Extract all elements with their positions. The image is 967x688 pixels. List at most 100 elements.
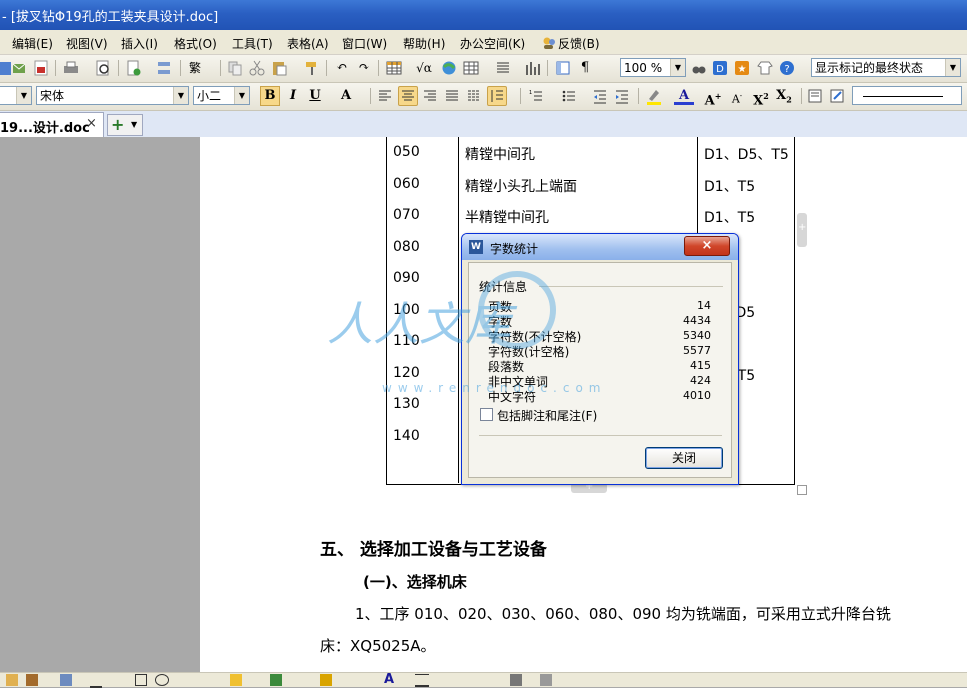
- menu-view[interactable]: 视图(V): [66, 35, 108, 52]
- paragraph-marks-icon[interactable]: ¶: [575, 59, 595, 77]
- table-cell-process: 精镗中间孔: [465, 147, 535, 163]
- subsection-heading: (一)、选择机床: [363, 573, 467, 591]
- oval-icon[interactable]: [155, 674, 169, 686]
- font-size-select[interactable]: 小二 ▼: [193, 86, 250, 105]
- undo-icon[interactable]: ↶: [332, 59, 352, 77]
- close-button[interactable]: 关闭: [645, 447, 723, 469]
- include-footnotes-checkbox[interactable]: [480, 408, 493, 421]
- menu-tools[interactable]: 工具(T): [232, 35, 273, 52]
- font-color-icon[interactable]: A: [384, 672, 394, 687]
- help-icon[interactable]: ?: [778, 59, 796, 77]
- separator: [638, 88, 639, 104]
- line-style-select[interactable]: [852, 86, 962, 105]
- picture-icon[interactable]: [270, 674, 282, 686]
- star-icon[interactable]: ★: [733, 59, 751, 77]
- bullets-icon[interactable]: [560, 87, 578, 105]
- chart-icon[interactable]: [523, 59, 541, 77]
- select-objects-icon[interactable]: [26, 674, 38, 686]
- menu-office-space[interactable]: 办公空间(K): [460, 35, 525, 52]
- table-resize-corner[interactable]: [797, 485, 807, 495]
- traditional-chinese-icon[interactable]: 繁: [185, 59, 205, 77]
- paste-icon[interactable]: [270, 59, 288, 77]
- separator: [520, 88, 521, 104]
- distribute-icon[interactable]: [465, 87, 483, 105]
- dialog-close-button[interactable]: ×: [684, 236, 730, 256]
- text-box-icon[interactable]: [806, 87, 824, 105]
- document-map-icon[interactable]: [554, 59, 572, 77]
- columns-icon[interactable]: [494, 59, 512, 77]
- table-cell-code: 120: [393, 364, 420, 381]
- chevron-down-icon: ▼: [670, 59, 685, 76]
- new-doc-icon[interactable]: [124, 59, 142, 77]
- title-bar: - [拔叉钻Φ19孔的工装夹具设计.doc]: [0, 0, 967, 30]
- fill-color-icon[interactable]: [320, 674, 332, 686]
- highlight-icon[interactable]: [645, 87, 663, 105]
- print-preview-icon[interactable]: [94, 59, 112, 77]
- italic-button[interactable]: I: [283, 87, 303, 105]
- line-style-icon[interactable]: [415, 674, 429, 687]
- line-spacing-icon[interactable]: [487, 86, 507, 106]
- underline-button[interactable]: U: [305, 87, 325, 105]
- char-shading-button[interactable]: A: [336, 87, 356, 105]
- align-right-icon[interactable]: [421, 87, 439, 105]
- menu-insert[interactable]: 插入(I): [121, 35, 158, 52]
- paragraph: 床：XQ5025A。: [320, 637, 436, 655]
- table-resize-handle[interactable]: +: [797, 213, 807, 247]
- menu-format[interactable]: 格式(O): [174, 35, 217, 52]
- draw-icon[interactable]: [6, 674, 18, 686]
- font-color-icon[interactable]: A: [674, 87, 694, 105]
- shirt-icon[interactable]: [756, 59, 774, 77]
- insert-break-icon[interactable]: [155, 59, 173, 77]
- table-cell-code: 130: [393, 396, 420, 412]
- bold-button[interactable]: B: [260, 86, 280, 106]
- rectangle-icon[interactable]: [135, 674, 147, 686]
- zoom-select[interactable]: 100 % ▼: [620, 58, 686, 77]
- copy-icon[interactable]: [226, 59, 244, 77]
- numbering-icon[interactable]: 1: [527, 87, 545, 105]
- edit-box-icon[interactable]: [828, 87, 846, 105]
- decrease-indent-icon[interactable]: [591, 87, 609, 105]
- close-tab-icon[interactable]: ×: [86, 116, 97, 131]
- menu-table[interactable]: 表格(A): [287, 35, 329, 52]
- shadow-icon[interactable]: [510, 674, 522, 686]
- autoshapes-icon[interactable]: [60, 674, 72, 686]
- align-center-icon[interactable]: [398, 86, 418, 106]
- send-icon[interactable]: [10, 59, 28, 77]
- insert-table-icon[interactable]: [385, 59, 403, 77]
- pdf-icon[interactable]: [32, 59, 50, 77]
- clipart-icon[interactable]: [230, 674, 242, 686]
- style-select[interactable]: ▼: [0, 86, 32, 105]
- d-icon[interactable]: D: [711, 59, 729, 77]
- align-left-icon[interactable]: [376, 87, 394, 105]
- chevron-down-icon: ▼: [16, 87, 31, 104]
- redo-icon[interactable]: ↷: [354, 59, 374, 77]
- tab-document[interactable]: 19...设计.doc ×: [0, 112, 104, 137]
- format-painter-icon[interactable]: [303, 59, 321, 77]
- font-select[interactable]: 宋体 ▼: [36, 86, 189, 105]
- 3d-icon[interactable]: [540, 674, 552, 686]
- new-tab-button[interactable]: + ▼: [107, 114, 143, 136]
- cut-icon[interactable]: [248, 59, 266, 77]
- menu-help[interactable]: 帮助(H): [403, 35, 445, 52]
- grow-font-icon[interactable]: A+: [703, 87, 723, 108]
- standard-toolbar: 繁 ↶ ↷ √α ¶ 100 % ▼ D ★ ? 显示标记的最终状态 ▼: [0, 55, 967, 83]
- find-icon[interactable]: [690, 59, 708, 77]
- menu-edit[interactable]: 编辑(E): [12, 35, 53, 52]
- menu-window[interactable]: 窗口(W): [342, 35, 387, 52]
- menu-feedback[interactable]: 反馈(B): [558, 35, 600, 52]
- plus-icon: +: [111, 115, 125, 134]
- markup-state-select[interactable]: 显示标记的最终状态 ▼: [811, 58, 961, 77]
- print-icon[interactable]: [62, 59, 80, 77]
- superscript-icon[interactable]: X2: [751, 87, 771, 108]
- globe-icon[interactable]: [440, 59, 458, 77]
- increase-indent-icon[interactable]: [613, 87, 631, 105]
- word-count-dialog: W 字数统计 × 统计信息 页数 14 字数 4434 字符数(不计空格) 5340 字符数…: [461, 233, 739, 485]
- justify-icon[interactable]: [443, 87, 461, 105]
- table-cell-reference: D1、T5: [704, 210, 756, 226]
- shrink-font-icon[interactable]: A-: [727, 87, 747, 106]
- include-footnotes-label[interactable]: 包括脚注和尾注(F): [497, 407, 597, 424]
- subscript-icon[interactable]: X2: [774, 87, 794, 105]
- grid-table-icon[interactable]: [462, 59, 480, 77]
- dialog-body: 统计信息 页数 14 字数 4434 字符数(不计空格) 5340 字符数(计空格) 5577…: [468, 262, 732, 478]
- formula-icon[interactable]: √α: [414, 59, 434, 77]
